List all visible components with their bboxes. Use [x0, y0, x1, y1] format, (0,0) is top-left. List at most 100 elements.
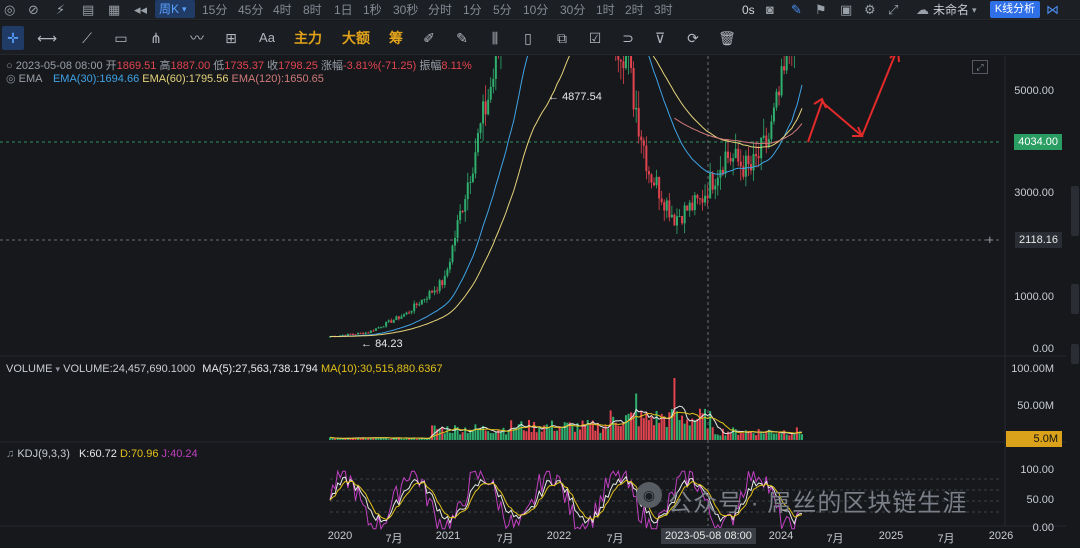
tf-1d[interactable]: 1日 [334, 0, 353, 20]
tf-45m[interactable]: 45分 [238, 0, 263, 20]
volume-scroll-handle[interactable] [1071, 344, 1079, 364]
layout-chevron-icon[interactable]: ▾ [972, 0, 977, 20]
volume-bar [627, 413, 630, 440]
candles-icon[interactable]: ⫼ [484, 21, 506, 55]
text-tool[interactable]: Aa [254, 21, 280, 55]
volume-bar [454, 425, 457, 440]
ruler-icon[interactable]: ✐ [419, 21, 439, 55]
kline-analysis-button[interactable]: K线分析 [990, 1, 1040, 18]
tf-1m[interactable]: 1分 [463, 0, 482, 20]
grid-icon[interactable]: ▦ [108, 0, 120, 20]
candle-body [668, 200, 671, 218]
wave-icon[interactable]: 〰 [184, 21, 210, 55]
rectangle-icon[interactable]: ▭ [110, 21, 132, 55]
tf-10m[interactable]: 10分 [523, 0, 548, 20]
fork-icon[interactable]: ⋔ [144, 21, 168, 55]
main-force-tool[interactable]: 主力 [294, 21, 322, 55]
time-tick-1: 2021 [435, 530, 461, 542]
tf-1h[interactable]: 1时 [596, 0, 615, 20]
tf-1s[interactable]: 1秒 [363, 0, 382, 20]
copy-icon[interactable]: ⧉ [552, 21, 572, 55]
volume-bar [525, 431, 528, 440]
camera-icon[interactable]: ◙ [766, 0, 774, 20]
eye-icon[interactable]: ◎ [6, 73, 16, 85]
kdj-name[interactable]: KDJ(9,3,3) [17, 448, 70, 460]
ohlc-legend: ○ 2023-05-08 08:00 开1869.51 高1887.00 低17… [6, 60, 472, 72]
share-icon[interactable]: ⋈ [1046, 0, 1059, 20]
candle-body [619, 59, 622, 62]
volume-tick-50m: 50.00M [1017, 400, 1054, 412]
rewind-icon[interactable]: ◂◂ [134, 0, 147, 20]
candle-body [696, 194, 699, 199]
filter-icon[interactable]: ⊽ [650, 21, 670, 55]
timeframe-active-button[interactable]: 周K ▾ [155, 0, 195, 18]
tf-tick[interactable]: 分时 [428, 0, 452, 20]
chart-area[interactable]: ○ 2023-05-08 08:00 开1869.51 高1887.00 低17… [0, 56, 1080, 548]
candle-body [622, 61, 625, 69]
flag-icon[interactable]: ⚑ [815, 0, 827, 20]
candle-body [415, 303, 418, 305]
tf-5m[interactable]: 5分 [493, 0, 512, 20]
volume-bar [742, 433, 745, 440]
volume-bar [349, 438, 352, 440]
candle-body [709, 172, 712, 199]
lightning-icon[interactable]: ⚡ [56, 0, 65, 20]
sync-icon[interactable]: ⟳ [683, 21, 703, 55]
layout-name[interactable]: 未命名 [933, 0, 969, 20]
volume-legend: VOLUME ▾ VOLUME:24,457,690.1000 MA(5):27… [6, 363, 443, 375]
volume-bar [772, 433, 775, 440]
volume-bar [545, 424, 548, 440]
magnet-icon[interactable]: ⊃ [618, 21, 638, 55]
chip-tool[interactable]: 筹 [389, 21, 403, 55]
bell-icon[interactable]: ♫ [6, 448, 14, 460]
volume-bar [757, 429, 760, 440]
tf-3h[interactable]: 3时 [654, 0, 673, 20]
clipboard-icon[interactable]: ▯ [518, 21, 538, 55]
candle-body [658, 176, 661, 199]
volume-bar [622, 422, 625, 440]
brush-icon[interactable]: ✎ [452, 21, 472, 55]
note-icon[interactable]: ☑ [585, 21, 605, 55]
tf-4h[interactable]: 4时 [273, 0, 292, 20]
pencil-icon[interactable]: ✎ [791, 0, 802, 20]
price-scroll-handle[interactable] [1071, 284, 1079, 314]
volume-bar [553, 430, 556, 440]
layout-icon[interactable]: ▣ [840, 0, 852, 20]
candle-body [418, 304, 421, 306]
volume-name[interactable]: VOLUME [6, 363, 52, 375]
chevron-down-icon: ▾ [182, 4, 187, 14]
ema-name[interactable]: EMA [19, 73, 42, 85]
tf-2h[interactable]: 2时 [625, 0, 644, 20]
candle-body [471, 173, 474, 182]
speed-icon[interactable]: ⊘ [28, 0, 39, 20]
kdj-k: K:60.72 [78, 448, 117, 460]
volume-bar [778, 432, 781, 440]
measure-icon[interactable]: ⊞ [220, 21, 242, 55]
tf-8h[interactable]: 8时 [303, 0, 322, 20]
volume-bar [614, 422, 617, 440]
volume-chevron-icon[interactable]: ▾ [56, 364, 61, 374]
big-order-tool[interactable]: 大额 [342, 21, 370, 55]
scrollbar-handle[interactable] [1071, 186, 1079, 236]
crosshair-icon[interactable]: ✛ [2, 21, 24, 55]
candle-body [469, 181, 472, 183]
candle-body [408, 312, 411, 314]
volume-bar [788, 435, 791, 440]
plus-icon[interactable]: + [986, 232, 994, 248]
fullscreen-icon[interactable]: ⤢ [888, 0, 898, 20]
briefcase-icon[interactable]: ▤ [82, 0, 94, 20]
tf-15m[interactable]: 15分 [202, 0, 227, 20]
volume-bar [563, 422, 566, 440]
expand-icon[interactable]: ⤢ [972, 60, 988, 74]
volume-bar [505, 434, 508, 440]
horizontal-line-icon[interactable]: ⟷ [34, 21, 60, 55]
candle-body [783, 66, 786, 71]
trash-icon[interactable]: 🗑 [717, 21, 737, 55]
chart-canvas[interactable] [0, 56, 1080, 548]
candle-body [747, 155, 750, 165]
tf-30m[interactable]: 30分 [560, 0, 585, 20]
trend-line-icon[interactable]: ⟋ [76, 21, 98, 55]
volume-bar [548, 427, 551, 440]
settings-icon[interactable]: ⚙ [864, 0, 876, 20]
tf-30s[interactable]: 30秒 [393, 0, 418, 20]
